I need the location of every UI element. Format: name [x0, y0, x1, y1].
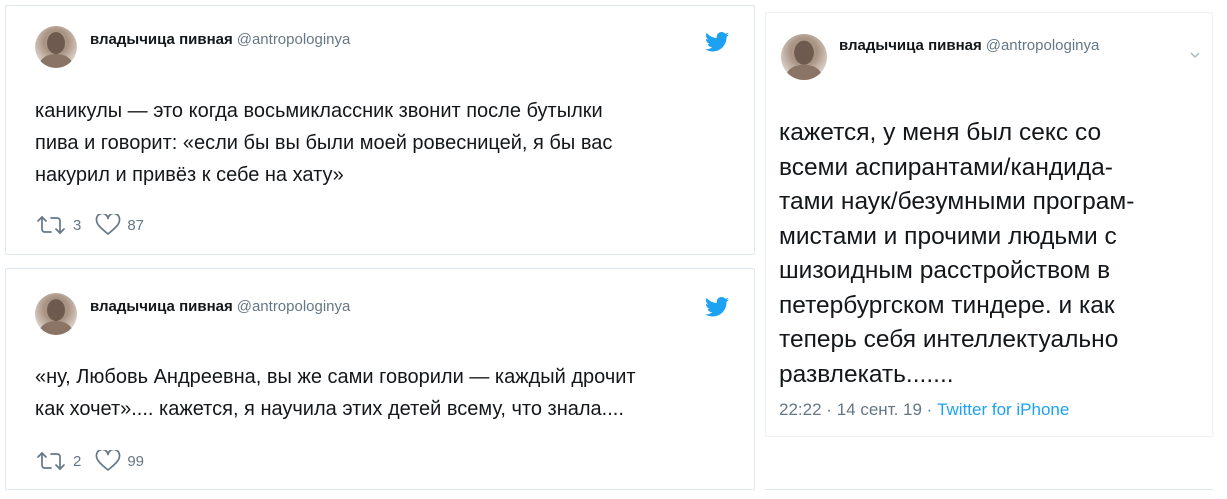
tweet-text: каникулы — это когда восьмиклассник звон…: [35, 100, 613, 186]
tweet-text: кажется, у меня был секс со всеми аспира…: [779, 119, 1135, 388]
tweet-actions: 2 99: [35, 450, 158, 472]
tweet-time[interactable]: 22:22: [779, 400, 822, 419]
tweet-card-expanded[interactable]: владычица пивная @antropologinya кажется,…: [765, 12, 1213, 437]
like-count: 99: [127, 452, 145, 470]
tweet-date[interactable]: 14 сент. 19: [837, 400, 922, 419]
tweet-actions: 3 87: [35, 214, 158, 236]
tweet-text: «ну, Любовь Андреевна, вы же сами говори…: [35, 366, 636, 420]
retweet-icon: [37, 216, 65, 234]
tweet-meta: 22:22 · 14 сент. 19 · Twitter for iPhone: [779, 399, 1069, 421]
tweet-header: владычица пивная @antropologinya: [839, 36, 1099, 56]
tweet-header: владычица пивная @antropologinya: [90, 30, 350, 50]
heart-icon: [95, 450, 121, 471]
author-handle[interactable]: @antropologinya: [237, 298, 351, 315]
retweet-count: 2: [73, 452, 82, 470]
retweet-button[interactable]: 2: [35, 450, 81, 472]
chevron-down-icon[interactable]: [1190, 46, 1200, 59]
tweet-header: владычица пивная @antropologinya: [90, 297, 350, 317]
like-button[interactable]: 87: [95, 214, 144, 236]
author-handle[interactable]: @antropologinya: [986, 37, 1100, 54]
avatar[interactable]: [35, 293, 77, 335]
meta-separator: ·: [926, 400, 933, 419]
author-name[interactable]: владычица пивная: [90, 31, 233, 48]
avatar[interactable]: [35, 26, 77, 68]
twitter-bird-icon[interactable]: [705, 32, 729, 52]
tweet-card[interactable]: владычица пивная @antropologinya «ну, Люб…: [5, 268, 755, 490]
retweet-button[interactable]: 3: [35, 214, 81, 236]
tweet-source-link[interactable]: Twitter for iPhone: [937, 400, 1069, 419]
retweet-icon: [37, 452, 65, 470]
tweet-card[interactable]: владычица пивная @antropologinya каникулы…: [5, 5, 755, 255]
heart-icon: [95, 214, 121, 235]
author-name[interactable]: владычица пивная: [839, 37, 982, 54]
like-count: 87: [127, 216, 145, 234]
author-name[interactable]: владычица пивная: [90, 298, 233, 315]
retweet-count: 3: [73, 216, 82, 234]
twitter-bird-icon[interactable]: [705, 297, 729, 317]
author-handle[interactable]: @antropologinya: [237, 31, 351, 48]
meta-separator: ·: [826, 400, 832, 419]
avatar[interactable]: [781, 34, 827, 80]
divider: [765, 489, 1213, 490]
like-button[interactable]: 99: [95, 450, 144, 472]
